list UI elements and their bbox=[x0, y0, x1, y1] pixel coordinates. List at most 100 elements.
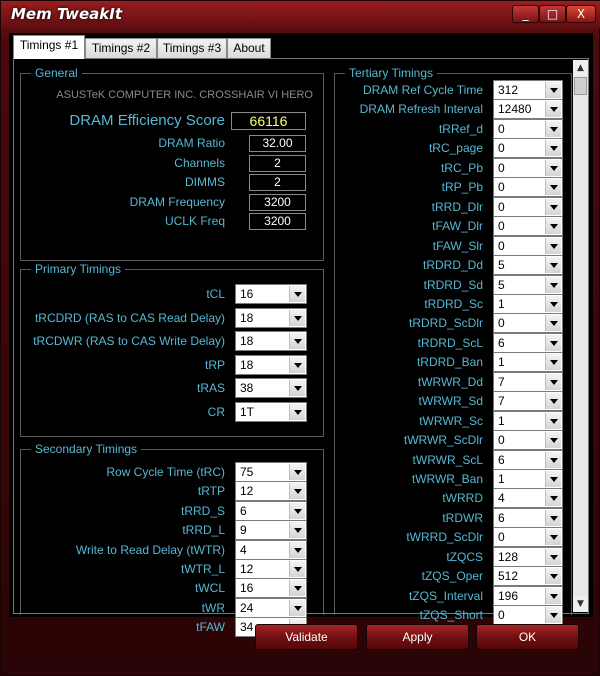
chevron-down-icon[interactable] bbox=[289, 286, 305, 302]
chevron-down-icon[interactable] bbox=[545, 276, 561, 293]
tzqs-oper-dropdown[interactable]: 512 bbox=[493, 566, 563, 587]
cr-dropdown[interactable]: 1T bbox=[235, 401, 307, 422]
chevron-down-icon[interactable] bbox=[289, 356, 305, 373]
tab-timings-1[interactable]: Timings #1 bbox=[13, 35, 85, 59]
trrd-s-dropdown[interactable]: 6 bbox=[235, 500, 307, 521]
dropdown-value: 0 bbox=[498, 608, 505, 623]
apply-button[interactable]: Apply bbox=[366, 624, 469, 650]
chevron-down-icon[interactable] bbox=[289, 599, 305, 616]
twrwr-dd-dropdown[interactable]: 7 bbox=[493, 371, 563, 392]
tab-about[interactable]: About bbox=[227, 38, 271, 58]
chevron-down-icon[interactable] bbox=[545, 451, 561, 468]
chevron-down-icon[interactable] bbox=[289, 502, 305, 519]
scroll-thumb[interactable] bbox=[574, 77, 587, 95]
twrwr-sc-dropdown[interactable]: 1 bbox=[493, 410, 563, 431]
trcdwr-ras-to-cas-write-delay-dropdown[interactable]: 18 bbox=[235, 331, 307, 351]
trc-page-dropdown[interactable]: 0 bbox=[493, 138, 563, 159]
twrrd-dropdown[interactable]: 4 bbox=[493, 488, 563, 509]
chevron-down-icon[interactable] bbox=[289, 380, 305, 396]
twtr-l-dropdown[interactable]: 12 bbox=[235, 559, 307, 579]
trdwr-dropdown[interactable]: 6 bbox=[493, 507, 563, 528]
tzqs-short-dropdown[interactable]: 0 bbox=[493, 605, 563, 626]
chevron-down-icon[interactable] bbox=[545, 257, 561, 274]
chevron-down-icon[interactable] bbox=[545, 432, 561, 449]
chevron-down-icon[interactable] bbox=[545, 334, 561, 351]
validate-button[interactable]: Validate bbox=[255, 624, 358, 650]
tab-timings-2[interactable]: Timings #2 bbox=[85, 38, 157, 58]
chevron-down-icon[interactable] bbox=[289, 403, 305, 420]
trdrd-sc-dropdown[interactable]: 1 bbox=[493, 293, 563, 314]
chevron-down-icon[interactable] bbox=[545, 373, 561, 390]
trp-pb-dropdown[interactable]: 0 bbox=[493, 177, 563, 198]
tab-timings-3[interactable]: Timings #3 bbox=[157, 38, 227, 58]
tfaw-dlr-dropdown[interactable]: 0 bbox=[493, 216, 563, 237]
write-to-read-delay-twtr-dropdown[interactable]: 4 bbox=[235, 539, 307, 560]
twrrd-scdlr-dropdown[interactable]: 0 bbox=[493, 527, 563, 548]
chevron-down-icon[interactable] bbox=[545, 295, 561, 312]
trdrd-sd-dropdown[interactable]: 5 bbox=[493, 274, 563, 295]
chevron-down-icon[interactable] bbox=[545, 548, 561, 565]
chevron-down-icon[interactable] bbox=[545, 587, 561, 604]
trdrd-scdlr-dropdown[interactable]: 0 bbox=[493, 313, 563, 334]
trrd-dlr-dropdown[interactable]: 0 bbox=[493, 196, 563, 217]
chevron-down-icon[interactable] bbox=[545, 568, 561, 585]
chevron-down-icon[interactable] bbox=[545, 82, 561, 98]
chevron-down-icon[interactable] bbox=[545, 471, 561, 487]
tfaw-slr-dropdown[interactable]: 0 bbox=[493, 235, 563, 256]
minimize-button[interactable]: _ bbox=[512, 5, 539, 23]
trref-d-dropdown[interactable]: 0 bbox=[493, 118, 563, 139]
chevron-down-icon[interactable] bbox=[545, 237, 561, 254]
chevron-down-icon[interactable] bbox=[289, 309, 305, 326]
chevron-down-icon[interactable] bbox=[545, 354, 561, 371]
tzqcs-dropdown[interactable]: 128 bbox=[493, 546, 563, 567]
chevron-down-icon[interactable] bbox=[545, 179, 561, 196]
scroll-down-arrow-icon[interactable]: ▼ bbox=[573, 596, 588, 612]
chevron-down-icon[interactable] bbox=[545, 159, 561, 176]
tras-dropdown[interactable]: 38 bbox=[235, 378, 307, 398]
dram-ref-cycle-time-dropdown[interactable]: 312 bbox=[493, 80, 563, 100]
chevron-down-icon[interactable] bbox=[545, 218, 561, 235]
chevron-down-icon[interactable] bbox=[545, 393, 561, 410]
ok-button[interactable]: OK bbox=[476, 624, 579, 650]
chevron-down-icon[interactable] bbox=[289, 333, 305, 349]
tzqs-interval-dropdown[interactable]: 196 bbox=[493, 585, 563, 606]
chevron-down-icon[interactable] bbox=[545, 529, 561, 546]
twrwr-scdlr-dropdown[interactable]: 0 bbox=[493, 430, 563, 451]
row-cycle-time-trc-dropdown[interactable]: 75 bbox=[235, 462, 307, 482]
chevron-down-icon[interactable] bbox=[545, 101, 561, 118]
chevron-down-icon[interactable] bbox=[545, 315, 561, 332]
scroll-up-arrow-icon[interactable]: ▲ bbox=[573, 60, 588, 76]
twcl-dropdown[interactable]: 16 bbox=[235, 578, 307, 599]
twrwr-scl-dropdown[interactable]: 6 bbox=[493, 449, 563, 470]
chevron-down-icon[interactable] bbox=[289, 464, 305, 480]
chevron-down-icon[interactable] bbox=[289, 483, 305, 500]
title-bar[interactable]: Mem TweakIt _ □ X bbox=[1, 1, 600, 29]
trp-dropdown[interactable]: 18 bbox=[235, 354, 307, 375]
trdrd-scl-dropdown[interactable]: 6 bbox=[493, 332, 563, 353]
trdrd-ban-dropdown[interactable]: 1 bbox=[493, 352, 563, 373]
twrwr-sd-dropdown[interactable]: 7 bbox=[493, 391, 563, 412]
trc-pb-dropdown[interactable]: 0 bbox=[493, 157, 563, 178]
tcl-dropdown[interactable]: 16 bbox=[235, 284, 307, 304]
chevron-down-icon[interactable] bbox=[545, 607, 561, 624]
dram-refresh-interval-dropdown[interactable]: 12480 bbox=[493, 99, 563, 120]
trrd-l-dropdown[interactable]: 9 bbox=[235, 520, 307, 541]
chevron-down-icon[interactable] bbox=[289, 541, 305, 558]
trdrd-dd-dropdown[interactable]: 5 bbox=[493, 255, 563, 276]
chevron-down-icon[interactable] bbox=[545, 140, 561, 157]
trtp-dropdown[interactable]: 12 bbox=[235, 481, 307, 502]
chevron-down-icon[interactable] bbox=[289, 522, 305, 539]
vertical-scrollbar[interactable]: ▲ ▼ bbox=[573, 60, 588, 612]
maximize-button[interactable]: □ bbox=[539, 5, 566, 23]
twr-dropdown[interactable]: 24 bbox=[235, 597, 307, 618]
chevron-down-icon[interactable] bbox=[545, 490, 561, 507]
trcdrd-ras-to-cas-read-delay-dropdown[interactable]: 18 bbox=[235, 307, 307, 328]
chevron-down-icon[interactable] bbox=[545, 198, 561, 215]
chevron-down-icon[interactable] bbox=[289, 580, 305, 597]
chevron-down-icon[interactable] bbox=[289, 561, 305, 577]
twrwr-ban-dropdown[interactable]: 1 bbox=[493, 469, 563, 489]
close-button[interactable]: X bbox=[566, 5, 596, 23]
chevron-down-icon[interactable] bbox=[545, 509, 561, 526]
chevron-down-icon[interactable] bbox=[545, 120, 561, 137]
chevron-down-icon[interactable] bbox=[545, 412, 561, 429]
